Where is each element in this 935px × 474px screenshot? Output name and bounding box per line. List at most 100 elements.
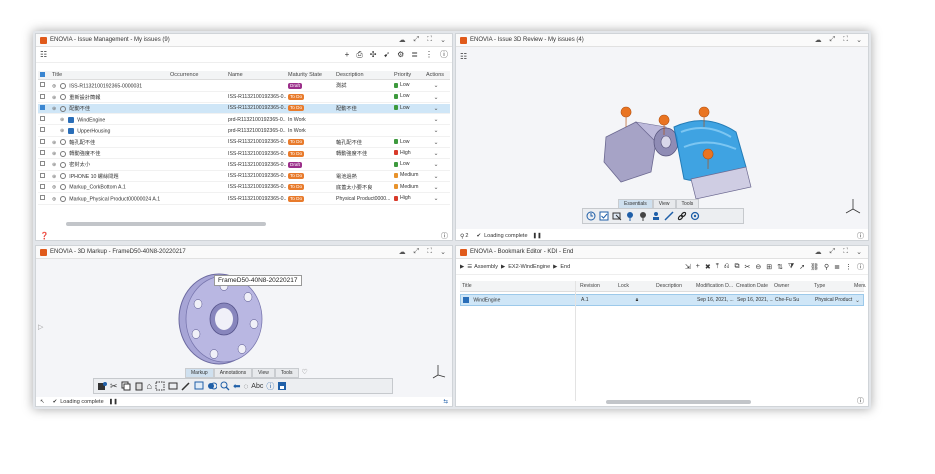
chevron-down-icon[interactable]: ⌄	[424, 173, 446, 180]
maturity-state-badge[interactable]: To Do	[288, 173, 304, 180]
help-icon[interactable]: ❓	[40, 232, 49, 240]
table-row[interactable]: ⊕ Markup_CorkBottom A.1 ISS-R11321001923…	[38, 183, 450, 194]
copy-icon[interactable]: ⧉	[734, 263, 739, 271]
tab-tools[interactable]: Tools	[274, 368, 299, 378]
col-description[interactable]: Description	[334, 72, 392, 78]
table-row[interactable]: ⊕ UpperHousing prd-R1132100192365-0... I…	[38, 126, 450, 137]
expand-icon[interactable]: ⊕	[60, 128, 64, 134]
expand-icon[interactable]: ⊕	[52, 95, 56, 101]
col-description[interactable]: Description	[654, 283, 694, 289]
copy-icon[interactable]	[121, 381, 131, 391]
rectangle-icon[interactable]	[168, 381, 178, 391]
issue-horizontal-scrollbar[interactable]	[66, 222, 266, 226]
col-owner[interactable]: Owner	[772, 283, 812, 289]
chevron-down-icon[interactable]: ⌄	[424, 116, 446, 123]
sync-icon[interactable]: ⇆	[443, 399, 448, 405]
home-icon[interactable]: ⌂	[147, 381, 152, 391]
tab-view[interactable]: View	[252, 368, 275, 378]
bookmark-row[interactable]: WindEngine A.1 🔒︎ Sep 16, 2021, ... Sep …	[460, 294, 864, 306]
heart-icon[interactable]: ♡	[302, 368, 308, 378]
pin-icon[interactable]	[625, 211, 635, 221]
row-checkbox[interactable]	[40, 195, 45, 201]
settings-icon[interactable]	[690, 211, 700, 221]
expand-icon[interactable]: ⊕	[52, 106, 56, 112]
col-menu[interactable]: Menu	[852, 283, 866, 289]
table-row[interactable]: ⊕ 重新設計簡報 ISS-R1132100192365-0... To Do L…	[38, 92, 450, 103]
table-row[interactable]: ⊕ 密封太小 ISS-R1132100192365-0... Draft Low…	[38, 160, 450, 171]
sort-icon[interactable]: ⇅	[777, 263, 783, 271]
exclamation-icon[interactable]: ⓘ	[266, 381, 274, 392]
row-checkbox[interactable]	[40, 104, 45, 110]
fullscreen-icon[interactable]: ⛶	[843, 248, 848, 256]
arrow-left-icon[interactable]: ⬅	[233, 381, 241, 392]
cloud-icon[interactable]: ☁	[815, 36, 822, 44]
zoom-icon[interactable]	[220, 381, 230, 391]
maturity-state-badge[interactable]: In Work	[288, 128, 306, 134]
chevron-down-icon[interactable]: ⌄	[856, 36, 862, 44]
tab-markup[interactable]: Markup	[185, 368, 214, 378]
row-checkbox[interactable]	[40, 172, 45, 178]
info-icon[interactable]: ⓘ	[441, 231, 448, 240]
row-checkbox[interactable]	[40, 138, 45, 144]
maturity-state-badge[interactable]: To Do	[288, 94, 304, 101]
row-checkbox[interactable]	[40, 93, 45, 99]
table-row[interactable]: ⊕ IPHONE 10 螺絲問題 ISS-R1132100192365-0...…	[38, 171, 450, 182]
maturity-state-badge[interactable]: To Do	[288, 139, 304, 146]
info-icon[interactable]: ⓘ	[857, 231, 864, 240]
col-modification-date[interactable]: Modification D...	[694, 283, 734, 289]
select-all-checkbox[interactable]	[40, 71, 45, 77]
cut-icon[interactable]: ✂	[110, 381, 118, 392]
info-icon[interactable]: ⓘ	[857, 396, 864, 406]
chevron-down-icon[interactable]: ⌄	[440, 248, 446, 256]
list-view-icon[interactable]: ≣	[411, 50, 418, 59]
row-checkbox[interactable]	[40, 127, 45, 133]
maturity-state-badge[interactable]: To Do	[288, 150, 304, 157]
expand-icon[interactable]: ⊕	[52, 196, 56, 202]
link-icon[interactable]	[677, 211, 687, 221]
markup-new-icon[interactable]	[97, 381, 107, 391]
breadcrumb-end[interactable]: End	[560, 264, 570, 270]
expand-icon[interactable]: ⊕	[52, 185, 56, 191]
select-icon[interactable]: ➹	[383, 50, 390, 59]
select-icon[interactable]	[612, 211, 622, 221]
add-icon[interactable]: +	[696, 263, 700, 270]
list-view-icon[interactable]: ≣	[834, 263, 840, 271]
breadcrumb-assembly[interactable]: Assembly	[474, 264, 498, 270]
col-maturity-state[interactable]: Maturity State	[286, 72, 334, 78]
bookmark-horizontal-scrollbar[interactable]	[606, 400, 751, 404]
restore-icon[interactable]: ⤢	[830, 248, 836, 256]
pointer-icon[interactable]: ↖	[40, 399, 45, 405]
row-checkbox[interactable]	[40, 116, 45, 122]
gear-icon[interactable]: ⚙	[397, 50, 404, 59]
play-icon[interactable]: ▶	[460, 264, 464, 270]
maturity-state-badge[interactable]: Draft	[288, 161, 302, 168]
assembly-icon[interactable]: ☰	[467, 264, 472, 270]
send-icon[interactable]: ➚	[799, 263, 805, 271]
chevron-down-icon[interactable]: ⌄	[853, 297, 867, 304]
breadcrumb-engine[interactable]: EX2-WindEngine	[508, 264, 550, 270]
timer-icon[interactable]	[586, 211, 596, 221]
fullscreen-icon[interactable]: ⛶	[843, 36, 848, 44]
chevron-down-icon[interactable]: ⌄	[424, 127, 446, 134]
add-icon[interactable]: +	[345, 50, 350, 59]
col-type[interactable]: Type	[812, 283, 852, 289]
chevron-down-icon[interactable]: ⌄	[424, 82, 446, 89]
table-row[interactable]: ⊕ 軸孔配不佳 ISS-R1132100192365-0... To Do 軸孔…	[38, 138, 450, 149]
expand-icon[interactable]: ⊕	[52, 151, 56, 157]
lock-icon[interactable]: ⊖	[755, 263, 761, 271]
table-row[interactable]: ⊕ Markup_Physical Product00000024 A.1 IS…	[38, 194, 450, 205]
info-icon[interactable]: ⓘ	[857, 262, 864, 272]
chevron-down-icon[interactable]: ⌄	[424, 94, 446, 101]
user-pin-icon[interactable]	[651, 211, 661, 221]
link-icon[interactable]: ⛓	[810, 263, 819, 271]
col-revision[interactable]: Revision	[578, 283, 616, 289]
tree-icon[interactable]: ⊞	[766, 263, 772, 271]
fullscreen-icon[interactable]: ⛶	[427, 36, 432, 44]
table-row[interactable]: ⊕ WindEngine prd-R1132100192365-0... In …	[38, 115, 450, 126]
cloud-icon[interactable]: ☁	[399, 36, 406, 44]
col-title[interactable]: Title	[50, 72, 168, 78]
maturity-state-badge[interactable]: To Do	[288, 195, 304, 202]
expand-icon[interactable]: ⊕	[60, 117, 64, 123]
col-name[interactable]: Name	[226, 72, 286, 78]
pause-icon[interactable]: ❚❚	[109, 399, 118, 405]
